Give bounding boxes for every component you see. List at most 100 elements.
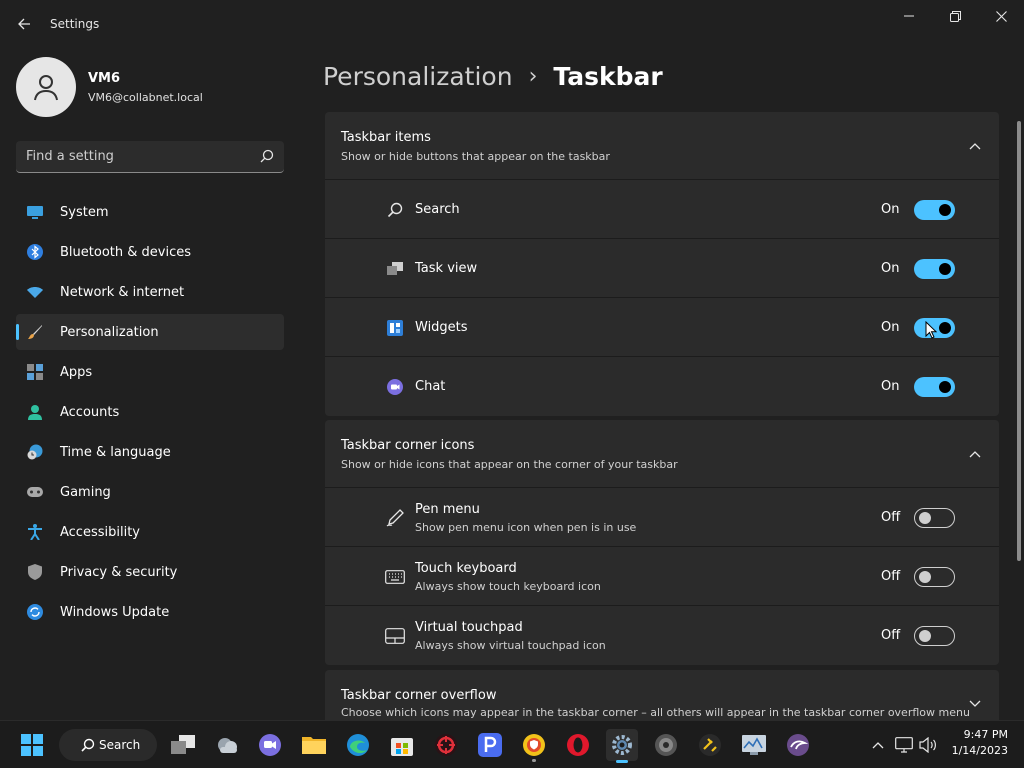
setting-title: Pen menu: [415, 502, 480, 517]
settings-taskbar-button[interactable]: [606, 729, 638, 763]
sidebar-item-windows-update[interactable]: Windows Update: [16, 594, 284, 630]
section-title: Taskbar corner overflow: [341, 688, 497, 703]
app-tool-button[interactable]: [694, 729, 726, 761]
profile-email: VM6@collabnet.local: [88, 91, 203, 104]
breadcrumb-parent[interactable]: Personalization: [323, 62, 513, 91]
p-app-icon: [478, 733, 502, 757]
volume-icon[interactable]: [918, 735, 938, 755]
touch-keyboard-toggle[interactable]: [914, 567, 955, 587]
toggle-state-label: On: [881, 320, 900, 335]
person-icon: [27, 404, 43, 420]
scrollbar[interactable]: [1017, 121, 1021, 561]
chevron-down-icon[interactable]: [967, 696, 983, 712]
page-title: Taskbar: [553, 61, 663, 91]
search-icon: [385, 200, 405, 220]
setting-title: Chat: [415, 379, 446, 394]
widgets-icon: [385, 318, 405, 338]
setting-description: Always show touch keyboard icon: [415, 580, 601, 593]
monitor-app-button[interactable]: [738, 729, 770, 761]
toggle-state-label: Off: [881, 510, 901, 525]
opera-button[interactable]: [562, 729, 594, 761]
setting-title: Task view: [415, 261, 478, 276]
setting-description: Always show virtual touchpad icon: [415, 639, 606, 652]
gamepad-icon: [27, 484, 43, 500]
breadcrumb: Personalization › Taskbar: [323, 58, 663, 94]
app-p-button[interactable]: [474, 729, 506, 761]
chevron-up-icon[interactable]: [967, 138, 983, 154]
accessibility-icon: [27, 524, 43, 540]
task-view-button[interactable]: [167, 729, 199, 761]
tool-app-icon: [699, 734, 721, 756]
virtual-touchpad-toggle[interactable]: [914, 626, 955, 646]
sidebar-item-time-language[interactable]: Time & language: [16, 434, 284, 470]
section-subtitle: Show or hide buttons that appear on the …: [341, 150, 610, 163]
restore-button[interactable]: [932, 4, 978, 28]
sidebar-item-label: Time & language: [60, 444, 171, 460]
chat-button[interactable]: [254, 729, 286, 761]
chat-toggle[interactable]: [914, 377, 955, 397]
minimize-button[interactable]: [886, 4, 932, 28]
weather-cloud-icon: [218, 738, 237, 753]
section-header-corner-icons[interactable]: Taskbar corner icons Show or hide icons …: [325, 420, 999, 488]
sidebar-item-label: Gaming: [60, 484, 111, 500]
settings-search[interactable]: [16, 141, 284, 173]
close-button[interactable]: [978, 4, 1024, 28]
sidebar-item-label: Network & internet: [60, 284, 185, 300]
chat-icon: [259, 734, 281, 756]
search-toggle[interactable]: [914, 200, 955, 220]
logo-app-icon: [787, 734, 809, 756]
mouse-cursor-icon: [925, 321, 937, 339]
opera-icon: [567, 734, 589, 756]
sidebar-item-accounts[interactable]: Accounts: [16, 394, 284, 430]
section-header-taskbar-items[interactable]: Taskbar items Show or hide buttons that …: [325, 112, 999, 180]
sidebar-item-accessibility[interactable]: Accessibility: [16, 514, 284, 550]
taskbar-search-button[interactable]: Search: [59, 729, 157, 761]
sidebar-item-label: Privacy & security: [60, 564, 178, 580]
sidebar-item-personalization[interactable]: Personalization: [16, 314, 284, 350]
tray-overflow-chevron-up-icon[interactable]: [868, 735, 888, 755]
back-button[interactable]: [12, 12, 36, 36]
start-button[interactable]: [16, 729, 48, 761]
task-view-toggle[interactable]: [914, 259, 955, 279]
chevron-up-icon[interactable]: [967, 446, 983, 462]
search-icon[interactable]: [260, 149, 274, 163]
setting-row-virtual-touchpad: Virtual touchpad Always show virtual tou…: [325, 606, 999, 665]
disc-app-button[interactable]: [650, 729, 682, 761]
browser-shield-button[interactable]: [518, 729, 550, 762]
task-view-icon: [385, 259, 405, 279]
folder-icon: [302, 737, 326, 754]
globe-clock-icon: [27, 444, 43, 460]
shield-icon: [27, 564, 43, 580]
sidebar-item-network[interactable]: Network & internet: [16, 274, 284, 310]
sidebar-item-apps[interactable]: Apps: [16, 354, 284, 390]
pen-menu-toggle[interactable]: [914, 508, 955, 528]
setting-description: Show pen menu icon when pen is in use: [415, 521, 637, 534]
edge-button[interactable]: [342, 729, 374, 761]
sidebar-item-privacy[interactable]: Privacy & security: [16, 554, 284, 590]
avatar: [16, 57, 76, 117]
sidebar-item-label: Bluetooth & devices: [60, 244, 191, 260]
chat-icon: [385, 377, 405, 397]
toggle-state-label: On: [881, 202, 900, 217]
close-icon: [995, 10, 1007, 22]
sidebar-item-bluetooth[interactable]: Bluetooth & devices: [16, 234, 284, 270]
file-explorer-button[interactable]: [298, 729, 330, 761]
sidebar-item-label: Windows Update: [60, 604, 170, 620]
search-input[interactable]: [26, 141, 246, 172]
disc-icon: [655, 734, 677, 756]
sidebar-item-system[interactable]: System: [16, 194, 284, 230]
widgets-button[interactable]: [211, 729, 243, 761]
app-red-button[interactable]: [430, 729, 462, 761]
profile-name: VM6: [88, 71, 121, 86]
logo-app-button[interactable]: [782, 729, 814, 761]
store-button[interactable]: [386, 729, 418, 761]
monitor-chart-icon: [742, 735, 766, 755]
brush-icon: [27, 324, 43, 340]
taskbar-clock[interactable]: 9:47 PM 1/14/2023: [950, 727, 1008, 759]
taskbar-corner-overflow-section[interactable]: Taskbar corner overflow Choose which ico…: [325, 670, 999, 720]
network-monitor-icon[interactable]: [894, 735, 914, 755]
section-subtitle: Show or hide icons that appear on the co…: [341, 458, 678, 471]
sidebar-item-gaming[interactable]: Gaming: [16, 474, 284, 510]
setting-title: Virtual touchpad: [415, 620, 523, 635]
setting-row-task-view: Task view On: [325, 239, 999, 298]
